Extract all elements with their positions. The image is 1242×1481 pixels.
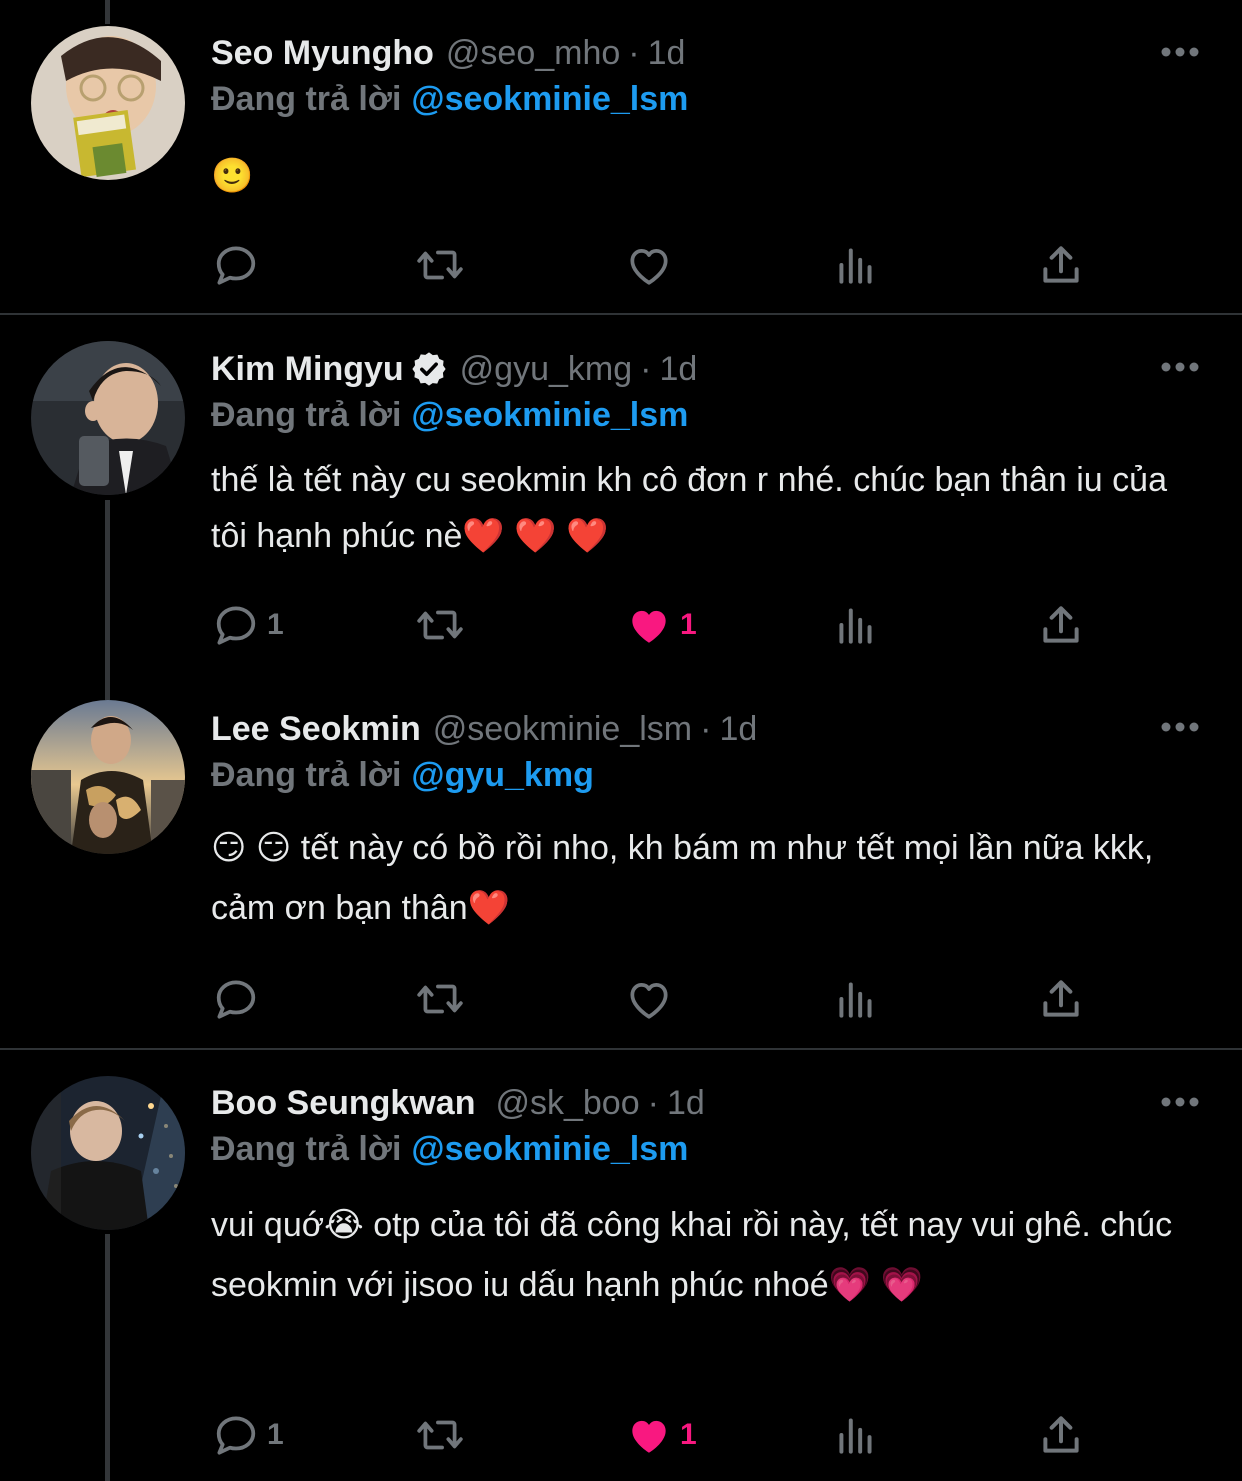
action-bar: 1 1 <box>211 600 1111 650</box>
tweet-header: Lee Seokmin @seokminie_lsm · 1d <box>211 706 757 752</box>
avatar[interactable] <box>31 26 185 180</box>
user-handle[interactable]: @seokminie_lsm <box>433 710 692 749</box>
heart-icon <box>630 982 668 1019</box>
tweet-header: Kim Mingyu @gyu_kmg · 1d <box>211 346 697 392</box>
reply-icon <box>216 980 256 1019</box>
tweet[interactable]: Lee Seokmin @seokminie_lsm · 1d Đang trả… <box>0 700 1242 1048</box>
analytics-button[interactable] <box>831 974 881 1024</box>
separator-dot: · <box>647 1083 659 1122</box>
tweet-text: thế là tết này cu seokmin kh cô đơn r nh… <box>211 461 1167 555</box>
reply-mention[interactable]: @gyu_kmg <box>411 756 593 794</box>
tweet[interactable]: Seo Myungho @seo_mho · 1d Đang trả lời @s… <box>0 0 1242 314</box>
timestamp[interactable]: 1d <box>659 350 697 389</box>
analytics-button[interactable] <box>831 240 881 290</box>
like-button[interactable]: 1 <box>624 1410 697 1460</box>
like-button[interactable] <box>624 240 680 290</box>
replying-to: Đang trả lời @seokminie_lsm <box>211 1130 688 1169</box>
reply-button[interactable] <box>211 240 267 290</box>
retweet-icon <box>417 984 463 1014</box>
retweet-button[interactable] <box>415 1410 465 1460</box>
retweet-button[interactable] <box>415 600 465 650</box>
tweet[interactable]: Boo Seungkwan @sk_boo · 1d Đang trả lời @… <box>0 1050 1242 1481</box>
tweet-header: Seo Myungho @seo_mho · 1d <box>211 30 685 76</box>
analytics-icon <box>839 248 872 284</box>
share-icon <box>1043 980 1079 1017</box>
more-options-icon[interactable] <box>1160 45 1200 59</box>
analytics-icon <box>839 608 872 644</box>
avatar[interactable] <box>31 700 185 854</box>
avatar[interactable] <box>31 341 185 495</box>
share-icon <box>1043 246 1079 283</box>
retweet-button[interactable] <box>415 974 465 1024</box>
replying-label: Đang trả lời <box>211 1130 402 1168</box>
timestamp[interactable]: 1d <box>667 1084 705 1123</box>
analytics-icon <box>839 1418 872 1454</box>
tweet-divider <box>0 313 1242 315</box>
analytics-icon <box>839 982 872 1018</box>
share-button[interactable] <box>1036 1410 1086 1460</box>
replying-label: Đang trả lời <box>211 80 402 118</box>
analytics-button[interactable] <box>831 1410 881 1460</box>
display-name[interactable]: Boo Seungkwan <box>211 1084 475 1123</box>
share-button[interactable] <box>1036 600 1086 650</box>
more-options-icon[interactable] <box>1160 360 1200 374</box>
reply-button[interactable]: 1 <box>211 1410 284 1460</box>
replying-to: Đang trả lời @seokminie_lsm <box>211 396 688 435</box>
heart-icon <box>630 248 668 285</box>
reply-mention[interactable]: @seokminie_lsm <box>411 80 688 118</box>
reply-count: 1 <box>267 608 284 641</box>
reply-mention[interactable]: @seokminie_lsm <box>411 396 688 434</box>
tweet-text: vui quớ😭 otp của tôi đã công khai rồi nà… <box>211 1206 1173 1304</box>
like-count: 1 <box>680 1418 697 1451</box>
reply-icon <box>216 246 256 285</box>
like-button[interactable] <box>624 974 680 1024</box>
more-options-icon[interactable] <box>1160 720 1200 734</box>
timestamp[interactable]: 1d <box>648 34 686 73</box>
retweet-button[interactable] <box>415 240 465 290</box>
heart-filled-icon <box>632 1420 666 1453</box>
user-handle[interactable]: @gyu_kmg <box>460 350 632 389</box>
share-button[interactable] <box>1036 974 1086 1024</box>
share-button[interactable] <box>1036 240 1086 290</box>
tweet[interactable]: Kim Mingyu @gyu_kmg · 1d Đang trả lời @se… <box>0 316 1242 700</box>
like-count: 1 <box>680 608 697 641</box>
reply-count: 1 <box>267 1418 284 1451</box>
replying-to: Đang trả lời @gyu_kmg <box>211 756 594 795</box>
display-name[interactable]: Kim Mingyu <box>211 350 404 389</box>
display-name[interactable]: Lee Seokmin <box>211 710 421 749</box>
user-handle[interactable]: @seo_mho <box>446 34 620 73</box>
avatar[interactable] <box>31 1076 185 1230</box>
separator-dot: · <box>700 709 712 748</box>
reply-icon <box>216 606 256 645</box>
analytics-button[interactable] <box>831 600 881 650</box>
reply-button[interactable] <box>211 974 267 1024</box>
tweet-text: 🙂 <box>211 157 254 195</box>
retweet-icon <box>417 1420 463 1450</box>
share-icon <box>1043 606 1079 643</box>
heart-filled-icon <box>632 610 666 643</box>
verified-badge-icon <box>412 352 446 386</box>
reply-mention[interactable]: @seokminie_lsm <box>411 1130 688 1168</box>
more-options-icon[interactable] <box>1160 1095 1200 1109</box>
tweet-text: 😏 😏 tết này có bồ rồi nho, kh bám m như … <box>211 829 1154 927</box>
reply-button[interactable]: 1 <box>211 600 284 650</box>
share-icon <box>1043 1416 1079 1453</box>
action-bar <box>211 974 1111 1024</box>
display-name[interactable]: Seo Myungho <box>211 34 434 73</box>
action-bar: 1 1 <box>211 1410 1111 1460</box>
action-bar <box>211 240 1111 290</box>
user-handle[interactable]: @sk_boo <box>495 1084 639 1123</box>
separator-dot: · <box>640 349 652 388</box>
replying-to: Đang trả lời @seokminie_lsm <box>211 80 688 119</box>
tweet-header: Boo Seungkwan @sk_boo · 1d <box>211 1080 705 1126</box>
replying-label: Đang trả lời <box>211 396 402 434</box>
like-button[interactable]: 1 <box>624 600 697 650</box>
timestamp[interactable]: 1d <box>719 710 757 749</box>
retweet-icon <box>417 610 463 640</box>
reply-icon <box>216 1416 256 1455</box>
replying-label: Đang trả lời <box>211 756 402 794</box>
separator-dot: · <box>628 33 640 72</box>
retweet-icon <box>417 250 463 280</box>
